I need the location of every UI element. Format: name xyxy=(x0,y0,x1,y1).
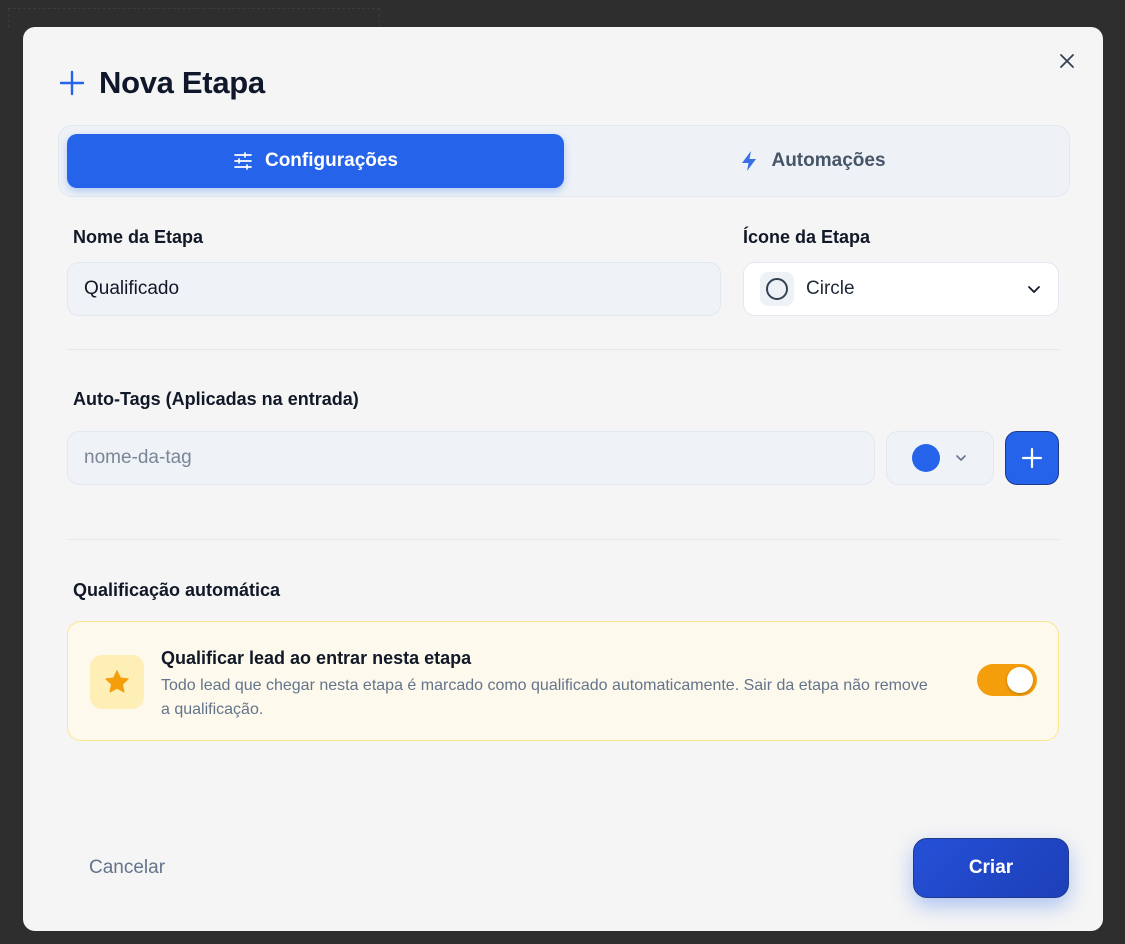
create-button[interactable]: Criar xyxy=(913,838,1069,898)
plus-icon xyxy=(59,70,85,96)
select-icon-preview xyxy=(760,272,794,306)
stage-icon-label: Ícone da Etapa xyxy=(743,227,871,247)
chevron-down-icon xyxy=(1028,286,1040,293)
lightning-icon xyxy=(742,151,757,171)
auto-qualification-label: Qualificação automática xyxy=(73,580,281,600)
selected-icon-name: Circle xyxy=(806,278,855,299)
plus-icon xyxy=(1021,447,1043,469)
section-divider xyxy=(67,539,1059,540)
star-icon xyxy=(105,670,129,693)
circle-icon xyxy=(766,278,788,300)
chevron-down-icon xyxy=(956,455,966,461)
modal-title: Nova Etapa xyxy=(99,65,265,100)
tab-bar: Configurações Automações xyxy=(58,125,1070,197)
stage-icon-select[interactable]: Circle xyxy=(743,262,1059,316)
sliders-icon xyxy=(234,152,252,170)
backdrop-outline xyxy=(8,8,380,28)
cancel-button[interactable]: Cancelar xyxy=(89,857,165,879)
tag-name-input[interactable] xyxy=(67,431,875,485)
tag-color-swatch xyxy=(912,444,940,472)
toggle-knob xyxy=(1007,667,1033,693)
tag-color-picker[interactable] xyxy=(886,431,994,485)
auto-tags-label: Auto-Tags (Aplicadas na entrada) xyxy=(73,389,359,409)
stage-name-input[interactable] xyxy=(67,262,721,316)
close-button[interactable] xyxy=(1055,49,1079,73)
tab-automacoes[interactable]: Automações xyxy=(564,134,1061,188)
auto-qualification-description: Todo lead que chegar nesta etapa é marca… xyxy=(161,677,928,718)
close-icon xyxy=(1060,54,1074,68)
section-divider xyxy=(67,349,1059,350)
auto-qualification-title: Qualificar lead ao entrar nesta etapa xyxy=(161,648,472,668)
modal-header: Nova Etapa xyxy=(59,63,265,103)
tab-configuracoes[interactable]: Configurações xyxy=(67,134,564,188)
stage-name-label: Nome da Etapa xyxy=(73,227,204,247)
tab-label: Configurações xyxy=(264,150,399,171)
add-tag-button[interactable] xyxy=(1005,431,1059,485)
new-stage-modal: Nova Etapa Configurações Automações Nome… xyxy=(23,27,1103,931)
tab-label: Automações xyxy=(771,150,886,171)
auto-qualification-toggle[interactable] xyxy=(977,664,1037,696)
star-icon-box xyxy=(90,655,144,709)
auto-qualification-card: Qualificar lead ao entrar nesta etapa To… xyxy=(67,621,1059,741)
